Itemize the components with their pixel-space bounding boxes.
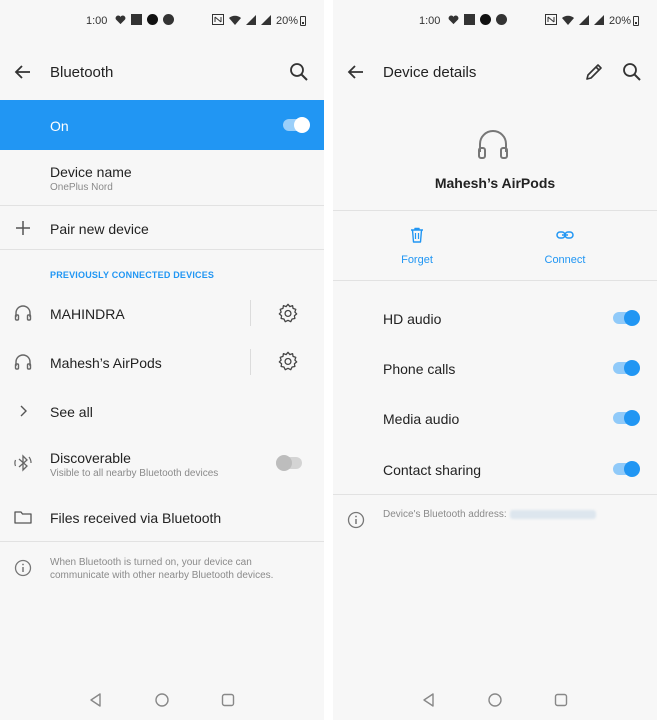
page-title: Device details — [383, 64, 477, 81]
nfc-icon — [545, 14, 557, 25]
navigation-bar — [0, 688, 324, 712]
paired-device-name: Mahesh’s AirPods — [50, 355, 162, 371]
discoverable-label: Discoverable — [50, 450, 131, 466]
see-all-label: See all — [50, 404, 93, 420]
pencil-icon[interactable] — [583, 61, 605, 83]
divider — [333, 210, 657, 211]
wifi-icon — [562, 15, 574, 25]
page-title: Bluetooth — [50, 64, 114, 81]
search-icon[interactable] — [621, 61, 643, 83]
bluetooth-searching-icon — [14, 454, 32, 472]
record-icon — [480, 14, 491, 25]
sync-icon — [496, 14, 507, 25]
app-bar: Device details — [333, 52, 657, 92]
phone-calls-label: Phone calls — [383, 361, 456, 377]
section-header: PREVIOUSLY CONNECTED DEVICES — [50, 270, 215, 280]
files-received-label: Files received via Bluetooth — [50, 510, 222, 526]
contact-sharing-toggle[interactable] — [613, 461, 641, 477]
nav-recents-icon[interactable] — [220, 692, 236, 708]
headphones-icon — [14, 305, 32, 321]
arrow-back-icon[interactable] — [346, 62, 366, 82]
hd-audio-label: HD audio — [383, 311, 442, 327]
battery-icon — [300, 16, 306, 26]
discoverable-description: Visible to all nearby Bluetooth devices — [50, 468, 219, 479]
status-bar: 1:00 20% — [333, 12, 657, 30]
pair-new-device-label: Pair new device — [50, 221, 149, 237]
signal-icon — [246, 14, 256, 25]
bluetooth-settings-screen: 1:00 20% Bluetooth On Device name OnePlu… — [0, 0, 324, 720]
status-time: 1:00 — [419, 15, 441, 27]
search-icon[interactable] — [288, 61, 310, 83]
media-audio-toggle[interactable] — [613, 410, 641, 426]
contact-sharing-label: Contact sharing — [383, 462, 482, 478]
nav-home-icon[interactable] — [154, 692, 170, 708]
device-name: Mahesh’s AirPods — [434, 175, 556, 191]
forget-button[interactable]: Forget — [372, 226, 462, 266]
bluetooth-toggle-row[interactable]: On — [0, 100, 324, 150]
discoverable-toggle[interactable] — [276, 455, 304, 471]
gear-icon[interactable] — [277, 302, 299, 324]
sync-icon — [163, 14, 174, 25]
heart-icon — [115, 15, 126, 24]
device-name-label: Device name — [50, 164, 132, 180]
headphones-icon — [478, 130, 508, 159]
nav-recents-icon[interactable] — [553, 692, 569, 708]
plus-icon — [16, 221, 30, 235]
chevron-right-icon — [20, 405, 27, 417]
bluetooth-info-text: When Bluetooth is turned on, your device… — [50, 557, 274, 581]
hd-audio-toggle[interactable] — [613, 310, 641, 326]
phone-calls-toggle[interactable] — [613, 360, 641, 376]
forget-label: Forget — [401, 254, 433, 266]
divider — [250, 349, 251, 375]
navigation-bar — [333, 688, 657, 712]
battery-percent: 20% — [276, 15, 299, 27]
info-icon — [14, 559, 32, 577]
battery-percent: 20% — [609, 15, 632, 27]
wifi-icon — [229, 15, 241, 25]
link-icon — [556, 231, 574, 239]
folder-icon — [14, 511, 32, 524]
bluetooth-address-label: Device's Bluetooth address: — [383, 509, 507, 520]
headphones-icon — [14, 354, 32, 370]
record-icon — [147, 14, 158, 25]
status-time: 1:00 — [86, 15, 108, 27]
nav-back-icon[interactable] — [421, 692, 437, 708]
app-notification-icon — [464, 14, 475, 25]
redacted-address — [509, 509, 596, 519]
arrow-back-icon[interactable] — [13, 62, 33, 82]
info-icon — [347, 511, 365, 529]
screen-separator — [324, 0, 333, 720]
device-details-screen: 1:00 20% Device details Mahesh’s AirPods… — [333, 0, 657, 720]
signal-icon — [579, 14, 589, 25]
media-audio-label: Media audio — [383, 411, 460, 427]
heart-icon — [448, 15, 459, 24]
battery-icon — [633, 16, 639, 26]
divider — [0, 249, 324, 250]
nav-back-icon[interactable] — [88, 692, 104, 708]
nfc-icon — [212, 14, 224, 25]
trash-icon — [411, 227, 423, 243]
divider — [250, 300, 251, 326]
signal-icon — [261, 14, 271, 25]
status-bar: 1:00 20% — [0, 12, 324, 30]
divider — [0, 205, 324, 206]
signal-icon — [594, 14, 604, 25]
bluetooth-address: Device's Bluetooth address: — [383, 509, 596, 520]
divider — [0, 541, 324, 542]
gear-icon[interactable] — [277, 350, 299, 372]
divider — [333, 280, 657, 281]
connect-label: Connect — [544, 254, 586, 266]
bluetooth-toggle[interactable] — [283, 117, 311, 133]
nav-home-icon[interactable] — [487, 692, 503, 708]
bluetooth-state-label: On — [50, 118, 69, 134]
connect-button[interactable]: Connect — [520, 226, 610, 266]
paired-device-name: MAHINDRA — [50, 306, 125, 322]
divider — [333, 494, 657, 495]
app-notification-icon — [131, 14, 142, 25]
device-name-value: OnePlus Nord — [50, 182, 113, 193]
app-bar: Bluetooth — [0, 52, 324, 92]
